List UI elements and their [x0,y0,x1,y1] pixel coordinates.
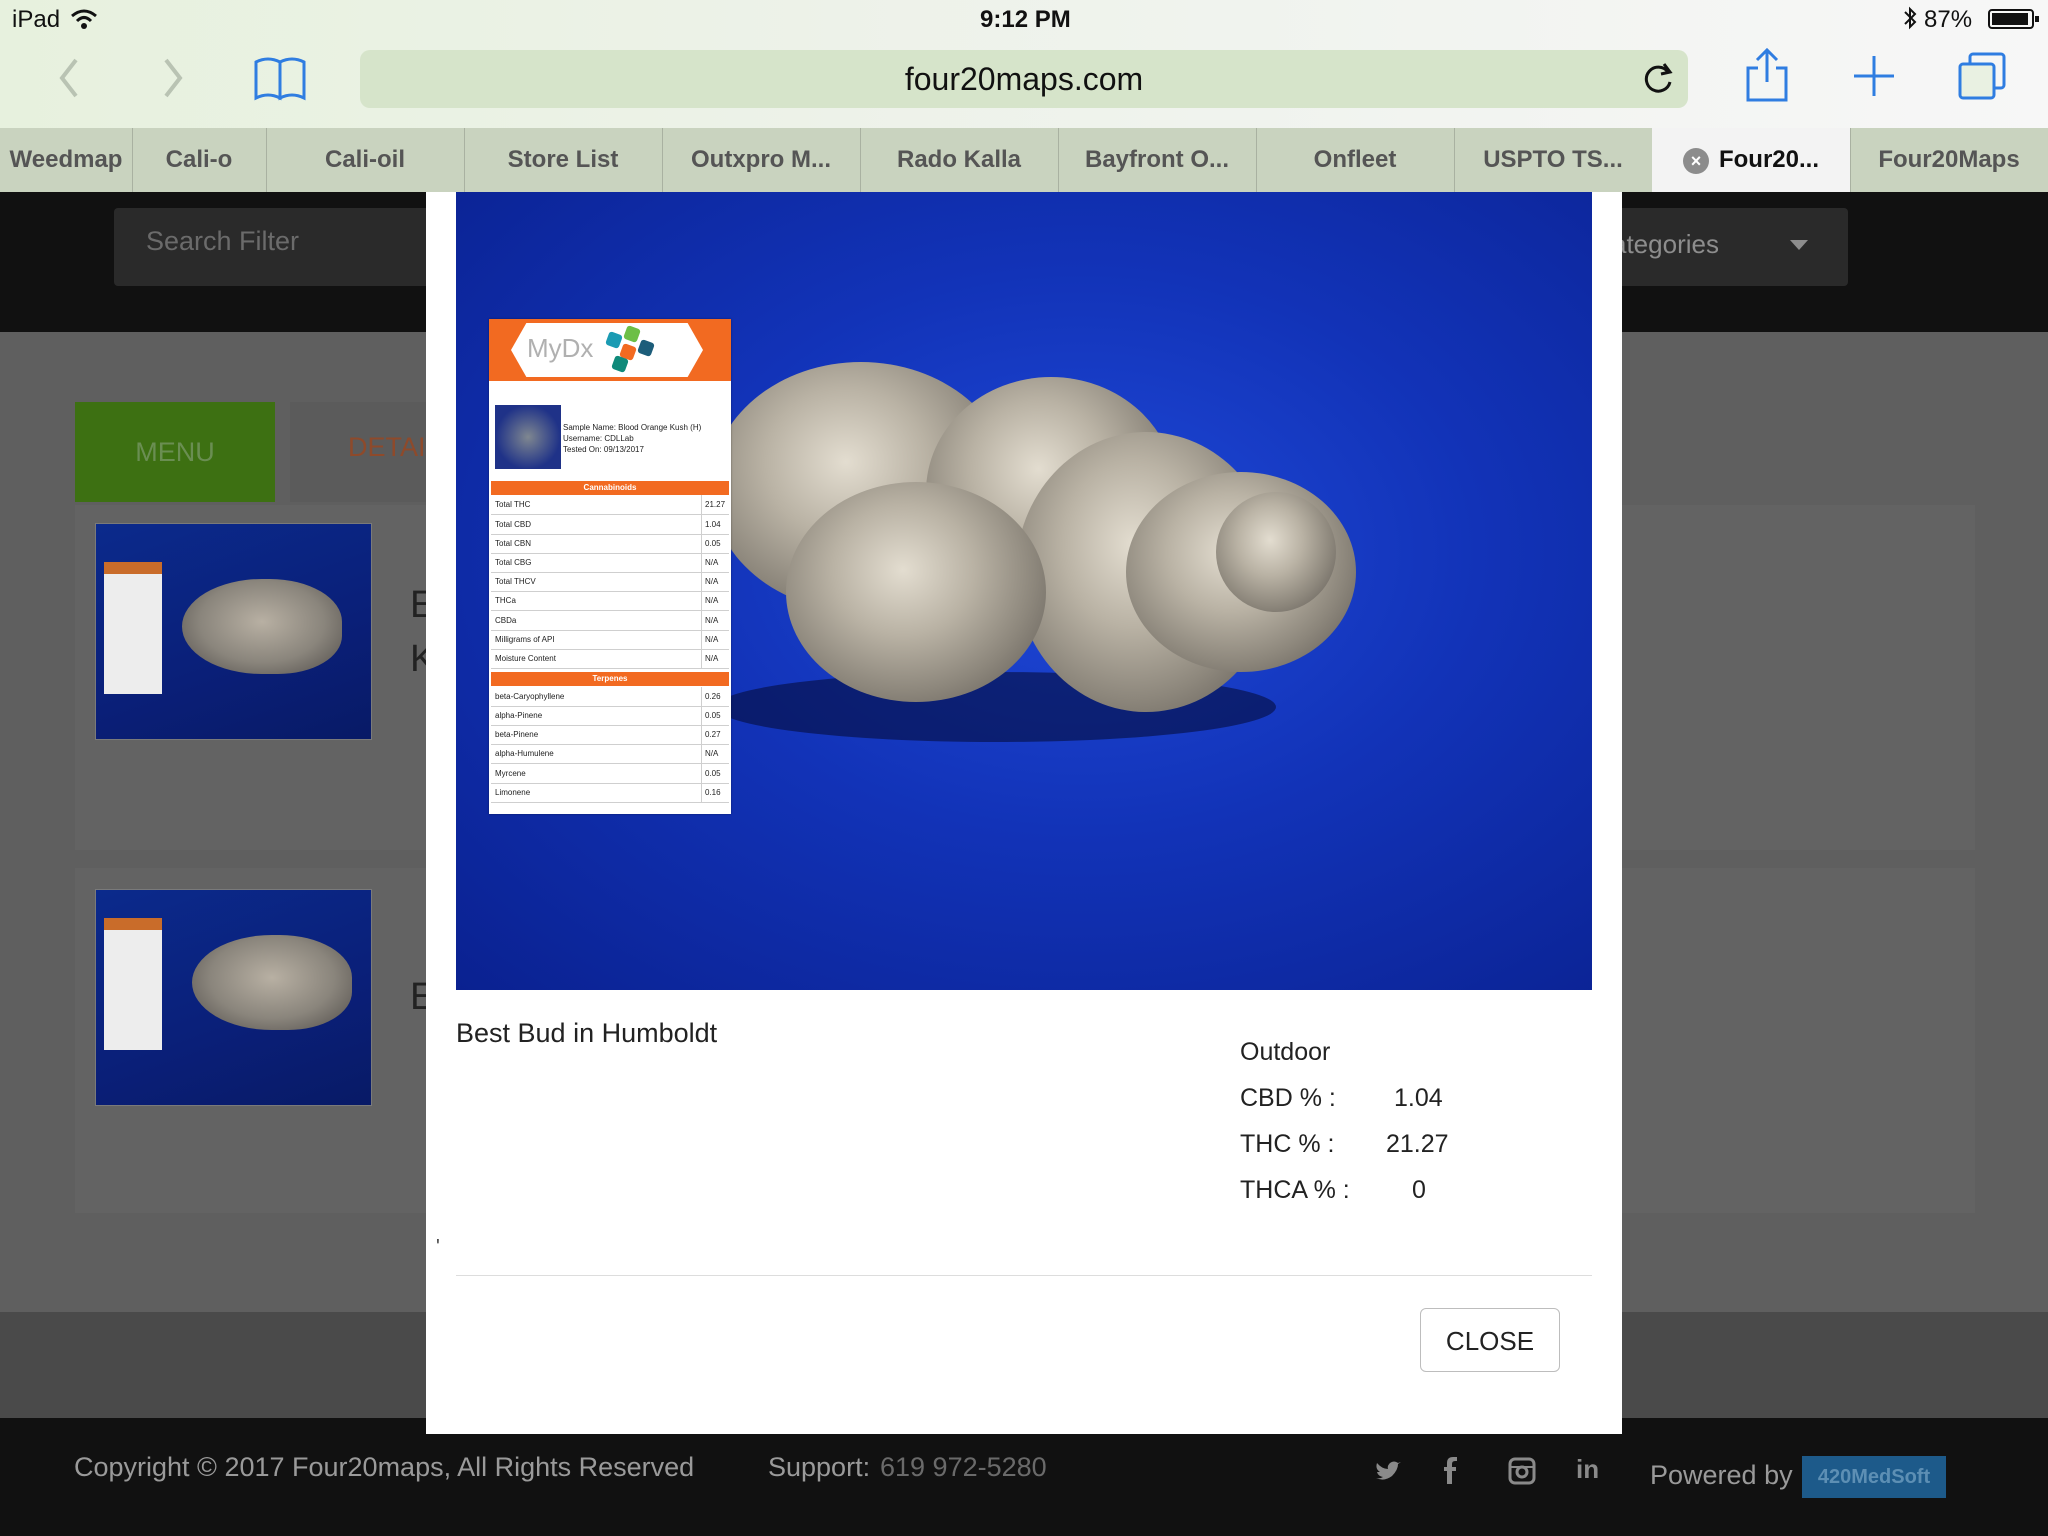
lab-row: Myrcene 0.05 [491,764,729,784]
wifi-icon [71,9,97,29]
product-thumbnail[interactable] [95,889,372,1106]
lab-row: Limonene 0.16 [491,783,729,803]
new-tab-icon[interactable] [1852,54,1896,98]
tab-label: Rado Kalla [896,146,1022,173]
lab-card-header: MyDx [489,319,731,381]
caret-down-icon [1790,240,1808,250]
tab-outxpro[interactable]: Outxpro M... [662,128,861,192]
sample-username: Username: CDLLab [563,434,634,443]
tab-label: Four20Maps [1878,146,2020,173]
tab-label: Four20... [1718,146,1820,173]
twitter-icon[interactable] [1374,1460,1402,1484]
tab-label: Weedmap [9,146,123,173]
bookmarks-icon[interactable] [252,54,308,102]
lab-row: CBDa N/A [491,611,729,631]
bud-image [182,579,342,674]
lab-row: Total CBN 0.05 [491,534,729,554]
linkedin-icon[interactable]: in [1576,1454,1599,1485]
lab-row: alpha-Humulene N/A [491,744,729,764]
tabs-overview-icon[interactable] [1956,50,2008,102]
tab-store-list[interactable]: Store List [464,128,663,192]
stray-apostrophe: ' [436,1236,440,1258]
powered-by-label: Powered by [1650,1460,1793,1490]
tab-weedmap[interactable]: Weedmap [0,128,133,192]
close-tab-icon[interactable]: × [1682,147,1709,174]
tab-rado-kalla[interactable]: Rado Kalla [860,128,1059,192]
thca-value: 0 [1412,1176,1426,1204]
bud-lobe [786,482,1046,702]
lab-row: Moisture Content N/A [491,649,729,669]
tab-bar: Weedmap Cali-o Cali-oil Store List Outxp… [0,128,2048,192]
tab-cali-o[interactable]: Cali-o [132,128,267,192]
tab-label: USPTO TS... [1483,146,1623,173]
tab-label: Onfleet [1313,146,1397,173]
back-icon[interactable] [56,56,82,100]
details-tab-label: DETAI [348,432,426,462]
lab-row: Total THC 21.27 [491,495,729,515]
growth-type: Outdoor [1240,1038,1331,1066]
tab-label: Cali-oil [324,146,405,173]
lab-row: alpha-Pinene 0.05 [491,706,729,726]
thc-value: 21.27 [1386,1130,1449,1158]
sample-name: Sample Name: Blood Orange Kush (H) [563,423,702,432]
lab-card-thumb [104,562,162,694]
sample-thumbnail [495,405,561,469]
tab-label: Cali-o [165,146,233,173]
bud-lobe [1216,492,1336,612]
lab-row: beta-Caryophyllene 0.26 [491,687,729,707]
bud-image [192,935,352,1030]
copyright-text: Copyright © 2017 Four20maps, All Rights … [74,1452,695,1482]
lab-card-thumb [104,918,162,1050]
categories-label: ategories [1612,229,1719,259]
cannabinoids-header: Cannabinoids [491,481,729,495]
facebook-icon[interactable] [1442,1456,1458,1486]
cbd-value: 1.04 [1394,1084,1443,1112]
tab-four20-active[interactable]: × Four20... [1652,128,1851,192]
mydx-logo: MyDx [527,333,594,363]
tab-label: Store List [507,146,619,173]
forward-icon[interactable] [160,56,186,100]
tab-onfleet[interactable]: Onfleet [1256,128,1455,192]
terpenes-header: Terpenes [491,672,729,686]
search-placeholder: Search Filter [146,226,300,256]
bluetooth-icon [1904,6,1917,30]
lab-row: Total CBD 1.04 [491,515,729,535]
tab-four20maps[interactable]: Four20Maps [1850,128,2048,192]
thca-label: THCA % : [1240,1176,1350,1204]
clock: 9:12 PM [980,6,1071,33]
lab-results-card: MyDx Sample Name: Blood Orange Kush (H) … [489,319,731,814]
close-button[interactable]: CLOSE [1420,1308,1560,1372]
product-name: Best Bud in Humboldt [456,1018,718,1048]
modal-divider [456,1275,1592,1276]
tab-label: Bayfront O... [1084,146,1229,173]
support-label: Support: [768,1452,871,1482]
address-bar[interactable]: four20maps.com [360,50,1688,108]
tab-label: Outxpro M... [691,146,831,173]
menu-tab-label: MENU [135,437,215,467]
lab-row: Total CBG N/A [491,553,729,573]
cbd-label: CBD % : [1240,1084,1336,1112]
battery-icon [1988,9,2039,29]
instagram-icon[interactable] [1508,1457,1536,1485]
lab-row: THCa N/A [491,591,729,611]
powered-by-brand-link[interactable]: 420MedSoft [1802,1456,1946,1498]
url-text: four20maps.com [904,61,1144,97]
share-icon[interactable] [1744,46,1790,104]
lab-row: beta-Pinene 0.27 [491,725,729,745]
lab-row: Milligrams of API N/A [491,630,729,650]
product-thumbnail[interactable] [95,523,372,740]
support-phone-link[interactable]: 619 972-5280 [880,1452,1047,1483]
reload-icon[interactable] [1640,60,1676,96]
device-label: iPad [12,6,61,33]
tab-bayfront[interactable]: Bayfront O... [1058,128,1257,192]
tab-cali-oil[interactable]: Cali-oil [266,128,465,192]
tab-uspto[interactable]: USPTO TS... [1454,128,1653,192]
sample-tested-on: Tested On: 09/13/2017 [563,445,644,454]
battery-percent: 87% [1924,6,1973,33]
thc-label: THC % : [1240,1130,1335,1158]
lab-row: Total THCV N/A [491,572,729,592]
